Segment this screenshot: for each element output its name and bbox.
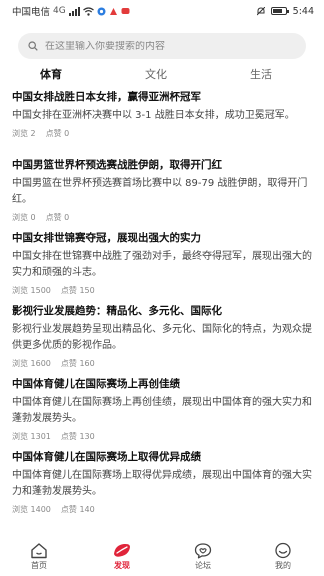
like-count: 点赞 0 [45,129,70,138]
like-count: 点赞 140 [60,505,95,514]
nav-discover[interactable]: 发现 [92,542,152,571]
article-feed: 中国女排战胜日本女排，赢得亚洲杯冠军 中国女排在亚洲杯决赛中以 3-1 战胜日本… [0,90,324,523]
article-meta: 浏览 2 点赞 0 [12,128,312,139]
article-meta: 浏览 0 点赞 0 [12,212,312,223]
view-count: 浏览 1400 [12,505,51,514]
article-item[interactable]: 中国体育健儿在国际赛场上取得优异成绩 中国体育健儿在国际赛场上取得优异成绩，展现… [0,450,324,523]
notification-alert-icon [109,7,117,15]
article-item[interactable]: 中国男篮世界杯预选赛战胜伊朗，取得开门红 中国男篮在世界杯预选赛首场比赛中以 8… [0,158,324,231]
article-title: 中国体育健儿在国际赛场上取得优异成绩 [12,451,201,463]
home-icon [31,543,47,559]
view-count: 浏览 1500 [12,286,51,295]
forum-icon [194,543,212,559]
like-count: 点赞 160 [60,359,95,368]
nav-forum-label: 论坛 [195,561,211,570]
article-summary: 中国体育健儿在国际赛场上再创佳绩，展现出中国体育的强大实力和蓬勃发展势头。 [12,397,312,424]
battery-icon [270,7,289,15]
article-meta: 浏览 1600 点赞 160 [12,358,312,369]
bottom-nav: 首页 发现 论坛 我的 [0,542,324,576]
article-summary: 中国女排在世锦赛中战胜了强劲对手，最终夺得冠军，展现出强大的实力和顽强的斗志。 [12,251,312,278]
category-tabs: 体育 文化 生活 [0,64,324,86]
view-count: 浏览 0 [12,213,36,222]
article-item[interactable]: 中国女排战胜日本女排，赢得亚洲杯冠军 中国女排在亚洲杯决赛中以 3-1 战胜日本… [0,90,324,158]
status-right: 5:44 [256,5,314,17]
article-summary: 中国体育健儿在国际赛场上取得优异成绩，展现出中国体育的强大实力和蓬勃发展势头。 [12,470,312,497]
article-summary: 影视行业发展趋势呈现出精品化、多元化、国际化的特点，为观众提供更多优质的影视作品… [12,324,312,351]
article-title: 中国女排世锦赛夺冠，展现出强大的实力 [12,232,201,244]
nav-home[interactable]: 首页 [9,542,69,571]
nav-discover-label: 发现 [114,561,130,570]
search-input[interactable] [45,40,275,52]
tab-culture[interactable]: 文化 [145,66,167,82]
wifi-icon [82,6,94,16]
nav-profile-label: 我的 [275,561,291,570]
profile-icon [275,542,291,559]
article-meta: 浏览 1400 点赞 140 [12,504,312,515]
status-bar: 中国电信 4G 5:44 [0,0,324,22]
view-count: 浏览 1600 [12,359,51,368]
notification-app-icon [97,7,106,15]
article-item[interactable]: 影视行业发展趋势：精品化、多元化、国际化 影视行业发展趋势呈现出精品化、多元化、… [0,304,324,377]
nav-home-label: 首页 [31,561,47,570]
article-meta: 浏览 1500 点赞 150 [12,285,312,296]
silent-icon [256,6,265,15]
like-count: 点赞 130 [60,432,95,441]
article-meta: 浏览 1301 点赞 130 [12,431,312,442]
article-item[interactable]: 中国女排世锦赛夺冠，展现出强大的实力 中国女排在世锦赛中战胜了强劲对手，最终夺得… [0,231,324,304]
article-title: 影视行业发展趋势：精品化、多元化、国际化 [12,305,222,317]
article-summary: 中国男篮在世界杯预选赛首场比赛中以 89-79 战胜伊朗，取得开门红。 [12,178,308,205]
search-bar[interactable] [18,33,306,59]
status-left: 中国电信 4G [12,4,130,18]
article-summary: 中国女排在亚洲杯决赛中以 3-1 战胜日本女排，成功卫冕冠军。 [12,110,295,121]
view-count: 浏览 1301 [12,432,51,441]
like-count: 点赞 0 [45,213,70,222]
nav-profile[interactable]: 我的 [253,542,313,571]
clock: 5:44 [292,5,314,17]
article-title: 中国男篮世界杯预选赛战胜伊朗，取得开门红 [12,159,222,171]
like-count: 点赞 150 [60,286,95,295]
nav-forum[interactable]: 论坛 [173,542,233,571]
network-type: 4G [53,6,66,16]
discover-icon [114,543,130,557]
notification-chat-icon [121,7,130,14]
article-item[interactable]: 中国体育健儿在国际赛场上再创佳绩 中国体育健儿在国际赛场上再创佳绩，展现出中国体… [0,377,324,450]
signal-icon [68,6,80,16]
tab-life[interactable]: 生活 [250,66,272,82]
carrier-label: 中国电信 [12,7,51,18]
view-count: 浏览 2 [12,129,36,138]
article-title: 中国体育健儿在国际赛场上再创佳绩 [12,378,180,390]
search-icon [28,41,38,51]
article-title: 中国女排战胜日本女排，赢得亚洲杯冠军 [12,91,201,103]
tab-sports[interactable]: 体育 [40,66,62,82]
